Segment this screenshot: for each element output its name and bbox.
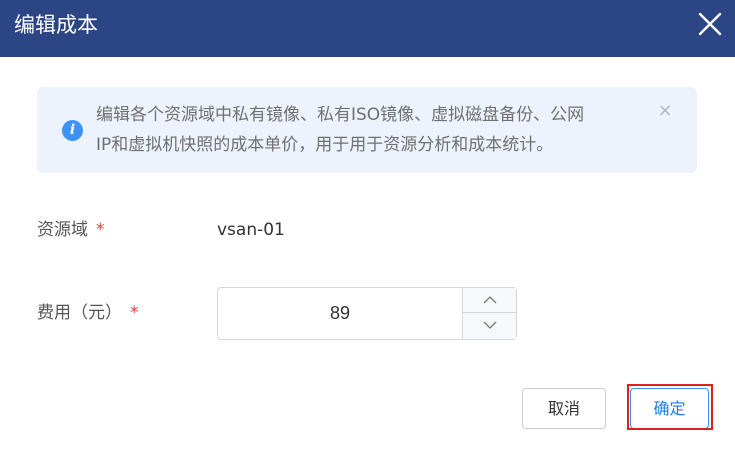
alert-close-icon[interactable]: × (656, 102, 674, 120)
alert-text-line-1: 编辑各个资源域中私有镜像、私有ISO镜像、虚拟磁盘备份、公网 (96, 105, 585, 125)
alert-text-line-2: IP和虚拟机快照的成本单价，用于用于资源分析和成本统计。 (96, 135, 554, 155)
cancel-button[interactable]: 取消 (522, 388, 606, 429)
required-mark: * (130, 303, 139, 323)
close-icon[interactable] (694, 8, 726, 40)
info-icon: i (62, 120, 83, 141)
required-mark: * (96, 220, 105, 240)
chevron-down-icon (483, 321, 497, 329)
domain-label: 资源域 * (37, 218, 105, 242)
domain-value: vsan-01 (217, 220, 285, 240)
cost-input-value[interactable]: 89 (218, 288, 462, 339)
info-alert: i 编辑各个资源域中私有镜像、私有ISO镜像、虚拟磁盘备份、公网 IP和虚拟机快… (37, 87, 697, 173)
edit-cost-dialog: 编辑成本 i 编辑各个资源域中私有镜像、私有ISO镜像、虚拟磁盘备份、公网 IP… (0, 0, 735, 452)
dialog-title: 编辑成本 (14, 13, 98, 37)
chevron-up-icon (483, 296, 497, 304)
dialog-header: 编辑成本 (0, 0, 735, 57)
cost-label-text: 费用（元） (37, 303, 122, 323)
stepper-controls (462, 288, 517, 339)
domain-label-text: 资源域 (37, 220, 88, 240)
increase-button[interactable] (463, 288, 517, 313)
decrease-button[interactable] (463, 313, 517, 339)
alert-text: 编辑各个资源域中私有镜像、私有ISO镜像、虚拟磁盘备份、公网 IP和虚拟机快照的… (96, 100, 676, 160)
confirm-button[interactable]: 确定 (630, 388, 709, 429)
cost-label: 费用（元） * (37, 301, 139, 325)
cost-number-input[interactable]: 89 (217, 287, 517, 340)
